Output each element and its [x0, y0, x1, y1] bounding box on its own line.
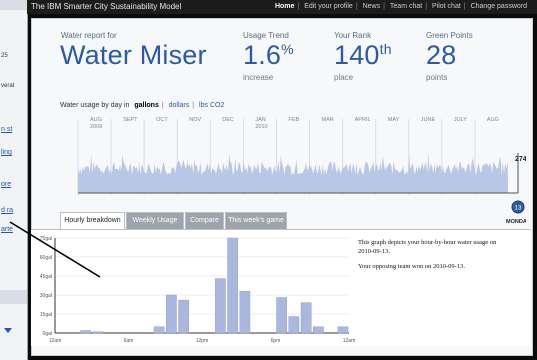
- hour-bar: [215, 278, 226, 334]
- usage-area: [78, 153, 508, 193]
- usage-trend-unit: increase: [243, 73, 274, 82]
- hour-bar: [80, 330, 91, 334]
- app-title: The IBM Smarter City Sustainability Mode…: [31, 2, 182, 11]
- usage-trend-value: 1.6%: [243, 40, 294, 70]
- hour-bar: [227, 237, 238, 334]
- nav-team-chat[interactable]: Team chat: [390, 3, 422, 10]
- month-label: AUG: [487, 117, 499, 123]
- day-label: MONDAY: [506, 219, 526, 225]
- month-label: 2009: [90, 124, 102, 130]
- usage-trend-label: Usage Trend: [243, 31, 289, 40]
- month-label: DEC: [222, 117, 234, 123]
- nav-home[interactable]: Home: [275, 3, 294, 10]
- month-label: NOV: [189, 117, 201, 123]
- month-label: MAR: [322, 117, 334, 123]
- hourly-panel: 0gal 15gal 30gal 45gal 60gal 75gal 12am 6am 12pm…: [31, 229, 531, 346]
- rank-value: 140th: [334, 40, 392, 70]
- green-points-unit: points: [426, 73, 448, 82]
- month-label: JAN: [255, 117, 265, 123]
- x-tick-label: 6am: [124, 338, 134, 344]
- green-points-label: Green Points: [426, 31, 473, 40]
- month-label: JULY: [454, 117, 467, 123]
- strip-link[interactable]: d ra: [1, 207, 13, 214]
- slider-day: 13: [515, 206, 522, 212]
- strip-link[interactable]: arte: [1, 226, 13, 233]
- nav-news[interactable]: News: [363, 3, 381, 10]
- nav-change-password[interactable]: Change password: [471, 3, 527, 10]
- tab-this-weeks-game[interactable]: This week's game: [225, 212, 287, 229]
- month-label: 2010: [255, 124, 267, 130]
- chevron-down-icon[interactable]: [4, 328, 12, 333]
- x-tick-label: 12am: [343, 338, 356, 344]
- report-subtitle: Water report for: [61, 31, 117, 40]
- nav-edit-profile[interactable]: Edit your profile: [304, 3, 353, 10]
- y-tick-label: 45gal: [40, 274, 52, 280]
- y-tick-label: 0gal: [43, 331, 52, 337]
- chart-description: This graph depicts your hour-by-hour wat…: [358, 238, 508, 277]
- strip-link[interactable]: ling: [1, 149, 12, 156]
- rank-label: Your Rank: [334, 31, 372, 40]
- hour-bar: [288, 316, 300, 334]
- usage-label: Water usage by day in: [60, 102, 130, 109]
- month-label: OCT: [156, 117, 168, 123]
- x-tick-label: 12pm: [196, 338, 209, 344]
- unit-lbs-co2[interactable]: lbs CO2: [199, 102, 224, 109]
- month-label: JUNE: [421, 117, 436, 123]
- adjacent-window-strip: 25 verat n st ling ore d ra arte: [0, 0, 28, 360]
- x-tick-label: 12am: [49, 338, 62, 344]
- hour-bar: [153, 326, 165, 334]
- y-tick-label: 75gal: [40, 236, 52, 242]
- month-label: APRIL: [355, 117, 371, 123]
- strip-band: [0, 0, 27, 10]
- y-tick-label: 30gal: [40, 293, 52, 299]
- y-tick-label: 15gal: [40, 312, 52, 318]
- top-bar: The IBM Smarter City Sustainability Mode…: [27, 0, 537, 14]
- month-label: FEB: [288, 117, 299, 123]
- month-label: AUG: [90, 117, 102, 123]
- hour-bar: [313, 326, 324, 334]
- strip-label: 25: [1, 53, 8, 59]
- current-value: 274gal: [515, 156, 526, 163]
- x-tick-label: 6pm: [271, 338, 281, 344]
- green-points-value: 28: [426, 40, 457, 70]
- hour-bar: [92, 331, 104, 334]
- hour-bar: [300, 302, 312, 334]
- nav-pilot-chat[interactable]: Pilot chat: [432, 3, 461, 10]
- top-nav: Home | Edit your profile | News | Team chat…: [274, 3, 527, 10]
- description-line: This graph depicts your hour-by-hour wat…: [358, 239, 497, 255]
- tab-weekly-usage[interactable]: Weekly Usage: [126, 212, 184, 229]
- strip-link[interactable]: ore: [1, 181, 11, 188]
- hour-bar: [239, 291, 251, 334]
- hourly-usage-chart: 0gal 15gal 30gal 45gal 60gal 75gal 12am 6am 12pm…: [40, 236, 356, 344]
- unit-dollars[interactable]: dollars: [169, 102, 190, 109]
- strip-band: [0, 290, 27, 304]
- unit-gallons[interactable]: gallons: [134, 102, 159, 109]
- y-tick-label: 60gal: [40, 255, 52, 261]
- hour-bar: [276, 297, 287, 334]
- rank-unit: place: [334, 73, 354, 82]
- hour-bar: [178, 299, 189, 334]
- usage-unit-selector: Water usage by day in gallons | dollars | …: [60, 102, 225, 109]
- report-title: Water Miser: [60, 40, 207, 70]
- description-line: Your opposing team won on 2010-09-13.: [358, 263, 465, 270]
- strip-link[interactable]: n st: [1, 126, 12, 133]
- daily-usage-timeline[interactable]: AUG2009SEPT OCT NOV DEC JAN2010FEB MAR APRIL MA…: [56, 113, 526, 225]
- hour-bar: [337, 326, 349, 334]
- month-label: MAY: [388, 117, 400, 123]
- month-label: SEPT: [123, 117, 138, 123]
- hour-bar: [166, 294, 177, 334]
- tab-compare[interactable]: Compare: [185, 212, 224, 229]
- strip-label: verat: [1, 83, 15, 89]
